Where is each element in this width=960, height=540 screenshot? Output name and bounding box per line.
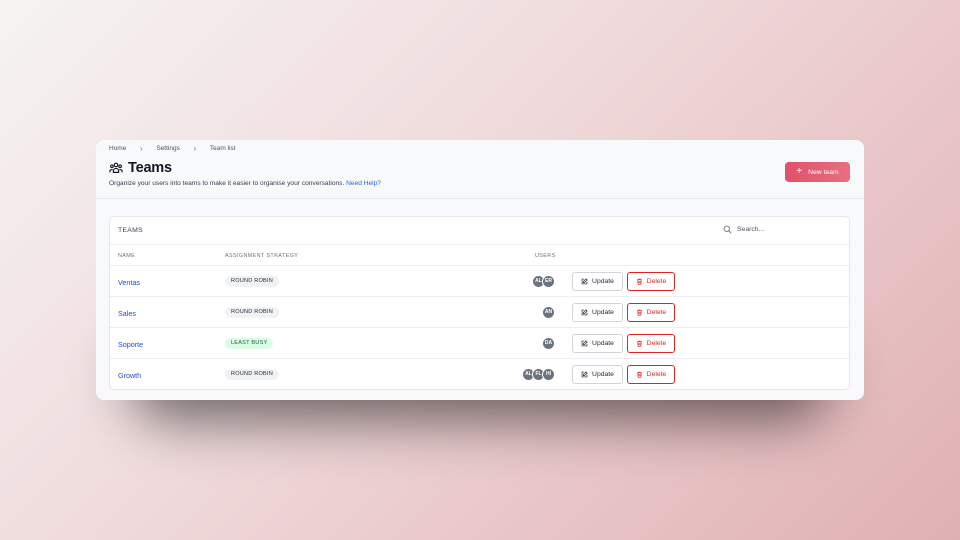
column-users: USERS (535, 253, 556, 259)
avatar: ER (542, 275, 555, 288)
table-row: Growth ROUND ROBIN HI FL AL Update Delete (110, 359, 849, 390)
delete-button[interactable]: Delete (627, 365, 675, 384)
delete-label: Delete (646, 340, 667, 347)
plus-icon: + (796, 165, 803, 177)
delete-button[interactable]: Delete (627, 272, 675, 291)
team-users: AN (542, 306, 555, 319)
team-name-link[interactable]: Sales (118, 309, 136, 318)
new-team-label: New team (808, 168, 839, 176)
need-help-link[interactable]: Need Help? (346, 180, 381, 187)
update-label: Update (592, 371, 614, 378)
column-assignment-strategy: ASSIGNMENT STRATEGY (225, 253, 299, 259)
panel-title: TEAMS (118, 227, 143, 234)
team-name-link[interactable]: Soporte (118, 340, 143, 349)
breadcrumb-team-list: Team list (209, 145, 236, 152)
search-icon (723, 225, 732, 234)
trash-icon (636, 278, 643, 285)
edit-icon (581, 340, 588, 347)
team-users: HI FL AL (522, 368, 555, 381)
delete-button[interactable]: Delete (627, 303, 675, 322)
table-row: Sales ROUND ROBIN AN Update Delete (110, 297, 849, 328)
update-button[interactable]: Update (572, 272, 623, 291)
update-label: Update (592, 309, 614, 316)
avatar: DA (542, 337, 555, 350)
update-button[interactable]: Update (572, 303, 623, 322)
page-subtitle: Organize your users into teams to make i… (109, 180, 381, 187)
breadcrumb: Home › Settings › Team list (109, 143, 236, 153)
table-header: NAME ASSIGNMENT STRATEGY USERS (110, 245, 849, 266)
avatar: AN (542, 306, 555, 319)
table-row: Ventas ROUND ROBIN ER AL Update Delete (110, 266, 849, 297)
update-label: Update (592, 340, 614, 347)
search-box (723, 225, 837, 234)
assignment-strategy-badge: ROUND ROBIN (225, 369, 279, 380)
trash-icon (636, 309, 643, 316)
edit-icon (581, 309, 588, 316)
chevron-right-icon: › (193, 143, 197, 153)
title-row: Teams (109, 160, 172, 176)
delete-label: Delete (646, 371, 667, 378)
team-users: DA (542, 337, 555, 350)
assignment-strategy-badge: ROUND ROBIN (225, 276, 279, 287)
teams-table-body: Ventas ROUND ROBIN ER AL Update Delete Sa… (110, 266, 849, 390)
page-header: Home › Settings › Team list Teams Organi… (96, 140, 864, 199)
app-window: Home › Settings › Team list Teams Organi… (96, 140, 864, 400)
delete-label: Delete (646, 309, 667, 316)
edit-icon (581, 371, 588, 378)
users-group-icon (109, 162, 123, 173)
delete-label: Delete (646, 278, 667, 285)
avatar: HI (542, 368, 555, 381)
breadcrumb-settings[interactable]: Settings (156, 145, 180, 152)
panel-header: TEAMS (110, 217, 849, 245)
subtitle-text: Organize your users into teams to make i… (109, 180, 345, 187)
teams-panel: TEAMS NAME ASSIGNMENT STRATEGY USERS Ven… (109, 216, 850, 390)
delete-button[interactable]: Delete (627, 334, 675, 353)
team-name-link[interactable]: Growth (118, 371, 141, 380)
update-label: Update (592, 278, 614, 285)
new-team-button[interactable]: + New team (785, 162, 850, 182)
assignment-strategy-badge: ROUND ROBIN (225, 307, 279, 318)
table-row: Soporte LEAST BUSY DA Update Delete (110, 328, 849, 359)
update-button[interactable]: Update (572, 334, 623, 353)
page-title: Teams (128, 160, 172, 176)
search-input[interactable] (737, 226, 837, 233)
update-button[interactable]: Update (572, 365, 623, 384)
trash-icon (636, 340, 643, 347)
column-name: NAME (118, 253, 136, 259)
trash-icon (636, 371, 643, 378)
chevron-right-icon: › (140, 143, 143, 153)
team-name-link[interactable]: Ventas (118, 278, 140, 287)
breadcrumb-home[interactable]: Home (109, 145, 126, 152)
edit-icon (581, 278, 588, 285)
assignment-strategy-badge: LEAST BUSY (225, 338, 274, 349)
team-users: ER AL (532, 275, 555, 288)
